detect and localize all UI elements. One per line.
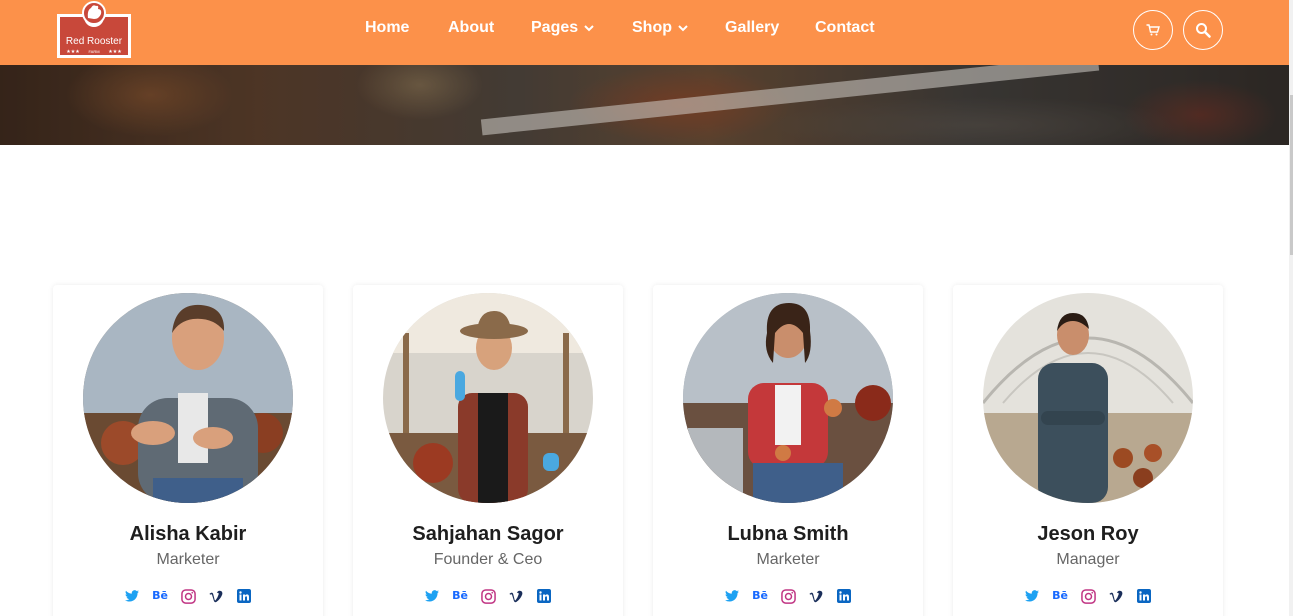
- nav-home-label: Home: [365, 19, 410, 36]
- linkedin-icon[interactable]: [236, 588, 252, 604]
- vimeo-icon[interactable]: [808, 588, 824, 604]
- search-button[interactable]: [1183, 10, 1223, 50]
- member-role: Founder & Ceo: [433, 551, 543, 568]
- behance-icon[interactable]: Bē: [152, 588, 168, 604]
- instagram-icon[interactable]: [1080, 588, 1096, 604]
- vimeo-icon[interactable]: [1108, 588, 1124, 604]
- twitter-icon[interactable]: [124, 588, 140, 604]
- nav-shop-label: Shop: [632, 19, 672, 36]
- member-role: Manager: [1056, 551, 1120, 568]
- cart-icon: [1146, 24, 1160, 36]
- member-name: Sahjahan Sagor: [412, 523, 564, 545]
- team-card: Lubna Smith Marketer Bē: [653, 285, 923, 616]
- team-card: Jeson Roy Manager Bē: [953, 285, 1223, 616]
- member-name: Lubna Smith: [727, 523, 849, 545]
- banner-feeder-rail: [480, 65, 1100, 136]
- instagram-icon[interactable]: [180, 588, 196, 604]
- scrollbar-track[interactable]: [1289, 0, 1293, 616]
- member-role: Marketer: [756, 551, 820, 568]
- cart-button[interactable]: [1133, 10, 1173, 50]
- brand-stars-right: ★★★: [108, 49, 122, 55]
- nav-contact[interactable]: Contact: [815, 19, 875, 37]
- nav-gallery[interactable]: Gallery: [725, 19, 779, 37]
- team-card: Alisha Kabir Marketer Bē: [53, 285, 323, 616]
- member-photo: [683, 293, 893, 503]
- member-role: Marketer: [156, 551, 220, 568]
- behance-icon[interactable]: Bē: [452, 588, 468, 604]
- nav-pages[interactable]: Pages: [531, 19, 594, 37]
- member-name: Jeson Roy: [1037, 523, 1139, 545]
- nav-pages-label: Pages: [531, 19, 579, 36]
- chevron-down-icon: [584, 24, 594, 31]
- chevron-down-icon: [678, 24, 688, 31]
- linkedin-icon[interactable]: [836, 588, 852, 604]
- site-header: Red Rooster ★★★ FARM ★★★ Home About Page…: [0, 0, 1289, 65]
- team-card: Sahjahan Sagor Founder & Ceo Bē: [353, 285, 623, 616]
- social-links: Bē: [953, 588, 1223, 604]
- brand-logo[interactable]: Red Rooster ★★★ FARM ★★★: [53, 0, 135, 61]
- member-photo: [83, 293, 293, 503]
- twitter-icon[interactable]: [424, 588, 440, 604]
- social-links: Bē: [653, 588, 923, 604]
- member-name: Alisha Kabir: [129, 523, 247, 545]
- member-photo: [383, 293, 593, 503]
- instagram-icon[interactable]: [480, 588, 496, 604]
- brand-tagline: FARM: [88, 49, 99, 54]
- nav-about[interactable]: About: [448, 19, 494, 37]
- linkedin-icon[interactable]: [1136, 588, 1152, 604]
- social-links: Bē: [353, 588, 623, 604]
- brand-name: Red Rooster: [66, 36, 123, 47]
- brand-stars-left: ★★★: [66, 49, 80, 55]
- nav-shop[interactable]: Shop: [632, 19, 688, 37]
- member-photo: [983, 293, 1193, 503]
- twitter-icon[interactable]: [724, 588, 740, 604]
- twitter-icon[interactable]: [1024, 588, 1040, 604]
- instagram-icon[interactable]: [780, 588, 796, 604]
- nav-gallery-label: Gallery: [725, 19, 780, 36]
- nav-home[interactable]: Home: [365, 19, 409, 37]
- nav-about-label: About: [448, 19, 495, 36]
- nav-contact-label: Contact: [815, 19, 875, 36]
- vimeo-icon[interactable]: [508, 588, 524, 604]
- linkedin-icon[interactable]: [536, 588, 552, 604]
- page-banner-image: [0, 65, 1289, 145]
- search-icon: [1196, 23, 1211, 38]
- behance-icon[interactable]: Bē: [752, 588, 768, 604]
- behance-icon[interactable]: Bē: [1052, 588, 1068, 604]
- social-links: Bē: [53, 588, 323, 604]
- vimeo-icon[interactable]: [208, 588, 224, 604]
